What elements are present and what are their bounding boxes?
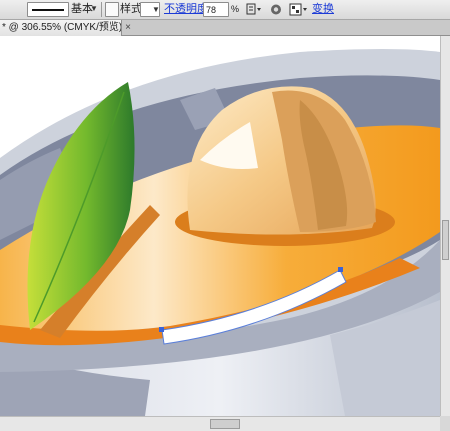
vertical-scrollbar[interactable] [440,36,450,416]
document-tab[interactable]: * @ 306.55% (CMYK/预览) [0,20,122,36]
style-dropdown[interactable]: ▼ [140,2,160,17]
transform-link[interactable]: 变换 [312,2,334,17]
vertical-scroll-thumb[interactable] [442,220,449,260]
stroke-line-dropdown[interactable] [27,2,69,17]
toolbar-divider [101,2,102,17]
recolor-icon [246,3,261,15]
options-button[interactable] [268,2,284,17]
anchor-point[interactable] [338,267,343,272]
anchor-point[interactable] [159,327,164,332]
control-bar: 基本 ▼ 样式: ▼ 不透明度: 78 % 变换 [0,0,450,20]
scrollbar-corner [440,416,450,431]
align-grid-icon [289,3,307,16]
document-tab-bar: * @ 306.55% (CMYK/预览) × [0,20,450,36]
chevron-down-icon: ▼ [152,5,160,14]
chevron-down-icon: ▼ [90,4,98,13]
align-button[interactable] [288,2,310,17]
close-icon: × [125,22,131,33]
opacity-unit: % [231,4,240,14]
gear-icon [271,4,281,15]
horizontal-scroll-thumb[interactable] [210,419,240,429]
recolor-artwork-button[interactable] [245,2,265,17]
artboard-canvas[interactable] [0,36,440,416]
stroke-profile-dropdown[interactable]: ▼ [90,2,100,17]
stroke-line-preview [32,9,64,11]
horizontal-scrollbar[interactable] [0,416,440,431]
graphic-style-swatch[interactable] [105,2,119,17]
document-tab-title: * @ 306.55% (CMYK/预览) [2,22,122,33]
close-tab-button[interactable]: × [123,20,133,36]
soup-bowl-artwork[interactable] [0,36,440,416]
opacity-input[interactable]: 78 [203,2,229,17]
